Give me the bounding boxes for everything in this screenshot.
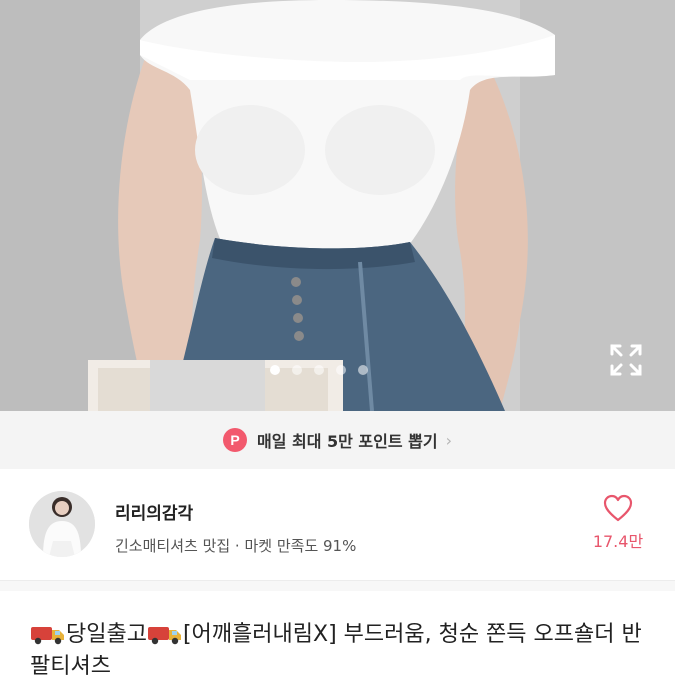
gallery-dot[interactable] xyxy=(292,365,302,375)
gallery-pagination xyxy=(270,365,368,375)
gallery-dot[interactable] xyxy=(314,365,324,375)
product-image[interactable] xyxy=(0,0,675,411)
like-button[interactable]: 17.4만 xyxy=(585,494,651,552)
title-badge-text: 당일출고 xyxy=(66,622,147,647)
expand-button[interactable] xyxy=(606,340,646,380)
product-title: 당일출고 [어깨흘러내림X] 부드러움, 청순 쫀득 오프숄더 반팔티셔츠 xyxy=(30,619,655,675)
gallery-dot[interactable] xyxy=(358,365,368,375)
gallery-dot[interactable] xyxy=(270,365,280,375)
point-badge-icon: P xyxy=(222,428,247,452)
product-title-section: 당일출고 [어깨흘러내림X] 부드러움, 청순 쫀득 오프숄더 반팔티셔츠 xyxy=(0,581,675,675)
seller-section: 리리의감각 긴소매티셔츠 맛집 · 마켓 만족도 91% 17.4만 xyxy=(0,469,675,581)
banner-text: 매일 최대 5만 포인트 뽑기 xyxy=(256,432,438,451)
seller-avatar[interactable] xyxy=(29,491,95,557)
point-event-banner[interactable]: P 매일 최대 5만 포인트 뽑기 › xyxy=(0,411,675,469)
expand-icon xyxy=(610,344,642,376)
product-photo xyxy=(0,0,675,411)
gallery-dot[interactable] xyxy=(336,365,346,375)
truck-icon xyxy=(147,627,181,645)
seller-name[interactable]: 리리의감각 xyxy=(115,499,193,524)
like-count: 17.4만 xyxy=(592,532,644,551)
chevron-right-icon: › xyxy=(445,430,453,450)
seller-description: 긴소매티셔츠 맛집 · 마켓 만족도 91% xyxy=(115,537,357,555)
avatar-image xyxy=(29,491,95,557)
truck-icon xyxy=(31,627,64,645)
heart-outline-icon xyxy=(603,494,633,522)
